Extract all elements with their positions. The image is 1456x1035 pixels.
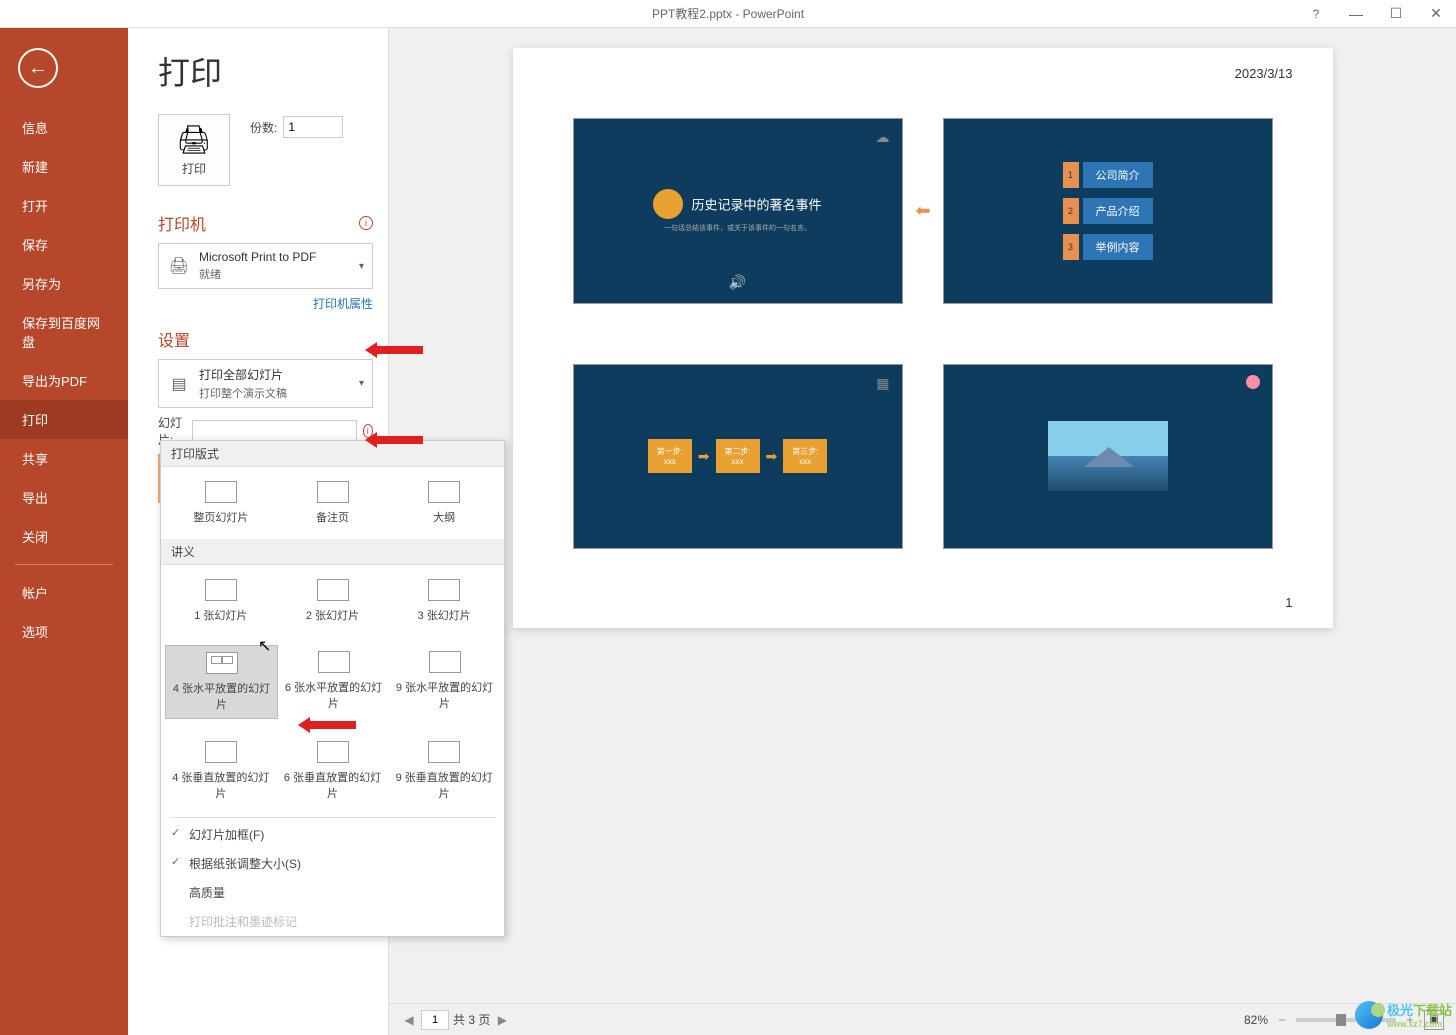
- slide-thumb-3: ▦ 第一步:xxx ➡ 第二步:xxx ➡ 第三步:xxx: [573, 364, 903, 550]
- sidebar-item-print[interactable]: 打印: [0, 400, 128, 439]
- slides-icon: ▤: [167, 372, 191, 396]
- printer-dropdown[interactable]: 🖨 Microsoft Print to PDF 就绪 ▾: [158, 243, 373, 289]
- printer-status: 就绪: [199, 266, 351, 282]
- minimize-button[interactable]: —: [1336, 0, 1376, 28]
- sidebar-item-close[interactable]: 关闭: [0, 517, 128, 556]
- print-button[interactable]: 🖨 打印: [158, 114, 230, 186]
- backstage-sidebar: ← 信息 新建 打开 保存 另存为 保存到百度网盘 导出为PDF 打印 共享 导…: [0, 28, 128, 1035]
- layout-option-4v[interactable]: 4 张垂直放置的幻灯片: [165, 735, 277, 807]
- sidebar-item-info[interactable]: 信息: [0, 108, 128, 147]
- settings-section-title: 设置: [158, 327, 373, 351]
- back-arrow-icon: ←: [28, 57, 48, 80]
- page-input[interactable]: [421, 1010, 449, 1030]
- layout-option-9v[interactable]: 9 张垂直放置的幻灯片: [388, 735, 500, 807]
- printer-section-title: 打印机 i: [158, 211, 373, 235]
- help-button[interactable]: ?: [1296, 0, 1336, 28]
- sidebar-item-export[interactable]: 导出: [0, 478, 128, 517]
- chevron-down-icon: ▾: [359, 261, 364, 272]
- printer-name: Microsoft Print to PDF: [199, 250, 351, 264]
- sidebar-item-baidu[interactable]: 保存到百度网盘: [0, 303, 128, 361]
- sidebar-item-account[interactable]: 帐户: [0, 573, 128, 612]
- sidebar-item-saveas[interactable]: 另存为: [0, 264, 128, 303]
- slide-icon: [653, 189, 683, 219]
- preview-page: 2023/3/13 1 ☁ 历史记录中的著名事件 一句话总结该事件，或关于该事件…: [513, 48, 1333, 628]
- preview-footer: ◀ 共 3 页 ▶ 82% − + ▣: [389, 1003, 1456, 1035]
- decoration-icon: ☁: [876, 129, 890, 146]
- decoration-icon: ▦: [876, 375, 889, 392]
- sidebar-item-exportpdf[interactable]: 导出为PDF: [0, 361, 128, 400]
- layout-option-4h[interactable]: 4 张水平放置的幻灯片: [165, 645, 278, 719]
- slide-image: [1048, 421, 1168, 491]
- dot-icon: [1246, 375, 1260, 389]
- watermark-logo-icon: [1355, 1001, 1383, 1029]
- slides-range-input[interactable]: [192, 420, 357, 442]
- layout-option-full[interactable]: 整页幻灯片: [165, 475, 277, 531]
- watermark: 极光下载站 www.xz7.com: [1355, 1000, 1452, 1029]
- layout-popup: 打印版式 整页幻灯片 备注页 大纲 讲义 1 张幻灯片 2 张幻灯片 3 张幻灯…: [160, 440, 505, 937]
- slide-thumb-1: ☁ 历史记录中的著名事件 一句话总结该事件，或关于该事件的一句名言。 🔊: [573, 118, 903, 304]
- sidebar-item-new[interactable]: 新建: [0, 147, 128, 186]
- popup-section-handout: 讲义: [161, 539, 504, 565]
- copies-input[interactable]: [283, 116, 343, 138]
- layout-option-notes[interactable]: 备注页: [277, 475, 389, 531]
- window-controls: ? — ☐ ✕: [1296, 0, 1456, 28]
- prev-page-button[interactable]: ◀: [401, 1012, 417, 1028]
- preview-date: 2023/3/13: [1235, 66, 1293, 81]
- sidebar-separator: [15, 564, 113, 565]
- print-range-dropdown[interactable]: ▤ 打印全部幻灯片 打印整个演示文稿 ▾: [158, 359, 373, 408]
- chevron-down-icon: ▾: [359, 378, 364, 389]
- layout-option-outline[interactable]: 大纲: [388, 475, 500, 531]
- sidebar-item-open[interactable]: 打开: [0, 186, 128, 225]
- popup-section-layout: 打印版式: [161, 441, 504, 467]
- preview-page-number: 1: [1285, 595, 1292, 610]
- printer-icon: 🖨: [176, 123, 212, 156]
- option-high-quality[interactable]: 高质量: [161, 878, 504, 907]
- maximize-button[interactable]: ☐: [1376, 0, 1416, 28]
- sidebar-item-save[interactable]: 保存: [0, 225, 128, 264]
- option-scale-paper[interactable]: 根据纸张调整大小(S): [161, 849, 504, 878]
- layout-option-9h[interactable]: 9 张水平放置的幻灯片: [389, 645, 500, 719]
- next-page-button[interactable]: ▶: [494, 1012, 510, 1028]
- close-button[interactable]: ✕: [1416, 0, 1456, 28]
- layout-option-6h[interactable]: 6 张水平放置的幻灯片: [278, 645, 389, 719]
- print-button-label: 打印: [182, 160, 206, 177]
- print-preview-area: 2023/3/13 1 ☁ 历史记录中的著名事件 一句话总结该事件，或关于该事件…: [388, 28, 1456, 1035]
- sidebar-item-share[interactable]: 共享: [0, 439, 128, 478]
- arrow-right-icon: ➡: [698, 448, 710, 465]
- copies-label: 份数:: [250, 119, 277, 136]
- slide-thumb-4: [943, 364, 1273, 550]
- zoom-out-button[interactable]: −: [1274, 1012, 1290, 1028]
- page-total: 共 3 页: [453, 1011, 490, 1028]
- info-icon[interactable]: i: [359, 216, 373, 230]
- layout-option-6v[interactable]: 6 张垂直放置的幻灯片: [277, 735, 389, 807]
- printer-status-icon: 🖨: [167, 254, 191, 278]
- page-title: 打印: [158, 48, 373, 94]
- option-print-comments: 打印批注和墨迹标记: [161, 907, 504, 936]
- zoom-percent: 82%: [1244, 1013, 1268, 1027]
- layout-option-3[interactable]: 3 张幻灯片: [388, 573, 500, 629]
- arrow-left-icon: ⬅: [916, 200, 931, 221]
- back-button[interactable]: ←: [18, 48, 58, 88]
- sidebar-item-options[interactable]: 选项: [0, 612, 128, 651]
- layout-option-1[interactable]: 1 张幻灯片: [165, 573, 277, 629]
- arrow-right-icon: ➡: [766, 448, 778, 465]
- layout-option-2[interactable]: 2 张幻灯片: [277, 573, 389, 629]
- window-title: PPT教程2.pptx - PowerPoint: [652, 5, 804, 22]
- preview-scroll[interactable]: 2023/3/13 1 ☁ 历史记录中的著名事件 一句话总结该事件，或关于该事件…: [389, 28, 1456, 1003]
- info-icon[interactable]: i: [363, 424, 373, 438]
- titlebar: PPT教程2.pptx - PowerPoint ? — ☐ ✕: [0, 0, 1456, 28]
- printer-properties-link[interactable]: 打印机属性: [158, 295, 373, 312]
- slide-thumb-2: ⬅ 1公司简介 2产品介绍 3举例内容: [943, 118, 1273, 304]
- sound-icon: 🔊: [729, 274, 746, 291]
- option-frame-slides[interactable]: 幻灯片加框(F): [161, 820, 504, 849]
